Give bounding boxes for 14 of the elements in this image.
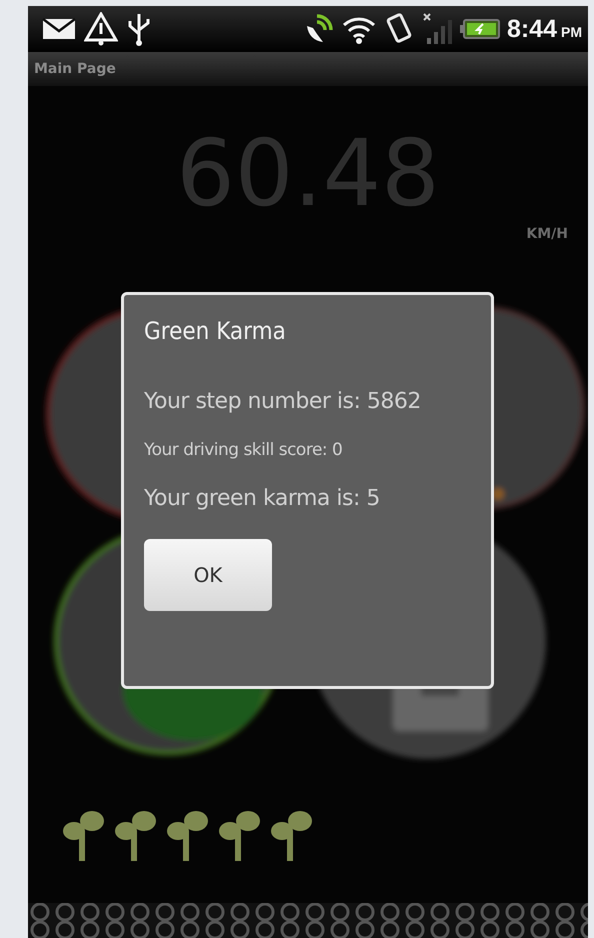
warning-icon [84, 12, 118, 46]
dialog-title: Green Karma [144, 317, 287, 345]
dialog-message: Your step number is: 5862 [144, 389, 422, 414]
ok-button[interactable]: OK [144, 539, 272, 611]
mail-icon [42, 17, 76, 41]
page-title: Main Page [34, 61, 116, 77]
usb-icon [126, 12, 152, 46]
speed-unit: KM/H [526, 226, 568, 242]
dialog-message: Your driving skill score: 0 [144, 440, 344, 460]
dialog-message: Your green karma is: 5 [144, 486, 381, 511]
status-time: 8:44 [506, 14, 557, 44]
no-signal-icon [420, 12, 453, 46]
battery-icon [458, 18, 501, 40]
status-meridiem: PM [561, 24, 582, 40]
